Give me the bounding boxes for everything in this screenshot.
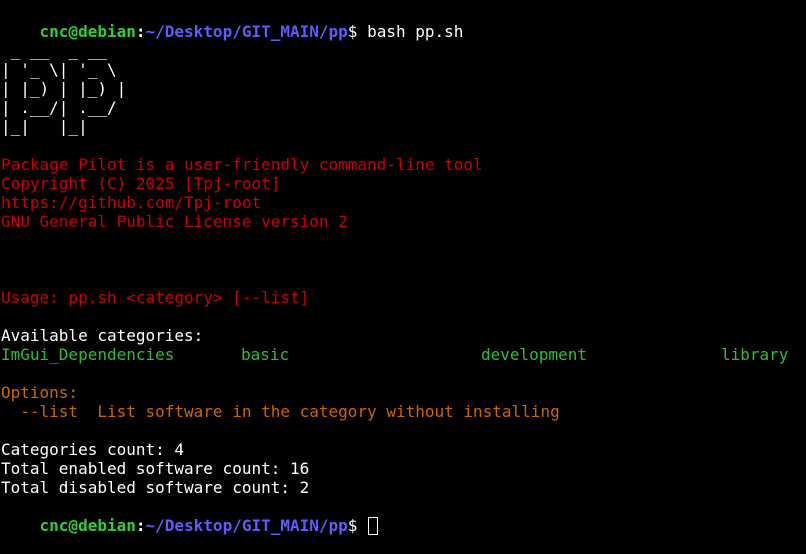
stat-categories-count: Categories count: 4 — [1, 440, 185, 459]
prompt-symbol: $ — [347, 22, 358, 41]
prompt-user-host: cnc@debian — [39, 22, 136, 41]
prompt-user-host: cnc@debian — [39, 516, 136, 535]
info-copyright: Copyright (C) 2025 [Tpj-root] — [1, 174, 281, 193]
category-basic: basic — [241, 345, 290, 364]
stat-enabled-count: Total enabled software count: 16 — [1, 459, 310, 478]
logo-line-2: | '_ \| '_ \ — [1, 60, 117, 79]
logo-line-3: | |_) | |_) | — [1, 79, 127, 98]
usage-line: Usage: pp.sh <category> [--list] — [1, 288, 310, 307]
logo-line-1: _ __ _ __ — [1, 41, 107, 60]
category-development: development — [481, 345, 587, 364]
logo-line-5: |_| |_| — [1, 117, 88, 136]
entered-command: bash pp.sh — [357, 22, 464, 41]
stat-disabled-count: Total disabled software count: 2 — [1, 478, 310, 497]
prompt-path: ~/Desktop/GIT_MAIN/pp — [145, 516, 348, 535]
logo-line-4: | .__/| .__/ — [1, 98, 117, 117]
info-url: https://github.com/Tpj-root — [1, 193, 262, 212]
terminal-window[interactable]: cnc@debian:~/Desktop/GIT_MAIN/pp$ bash p… — [0, 0, 806, 535]
prompt-path: ~/Desktop/GIT_MAIN/pp — [145, 22, 348, 41]
categories-header: Available categories: — [1, 326, 204, 345]
prompt-line-1: cnc@debian:~/Desktop/GIT_MAIN/pp$ bash p… — [1, 3, 464, 41]
category-imgui-dependencies: ImGui_Dependencies — [1, 345, 175, 364]
info-description: Package Pilot is a user-friendly command… — [1, 155, 483, 174]
text-cursor[interactable] — [368, 517, 379, 535]
category-library: library — [721, 345, 789, 364]
option-list: --list List software in the category wit… — [1, 402, 560, 421]
prompt-separator: : — [135, 516, 146, 535]
prompt-line-2[interactable]: cnc@debian:~/Desktop/GIT_MAIN/pp$ — [1, 497, 379, 535]
info-license: GNU General Public License version 2 — [1, 212, 348, 231]
prompt-separator: : — [135, 22, 146, 41]
options-header: Options: — [1, 383, 79, 402]
prompt-symbol: $ — [347, 516, 358, 535]
